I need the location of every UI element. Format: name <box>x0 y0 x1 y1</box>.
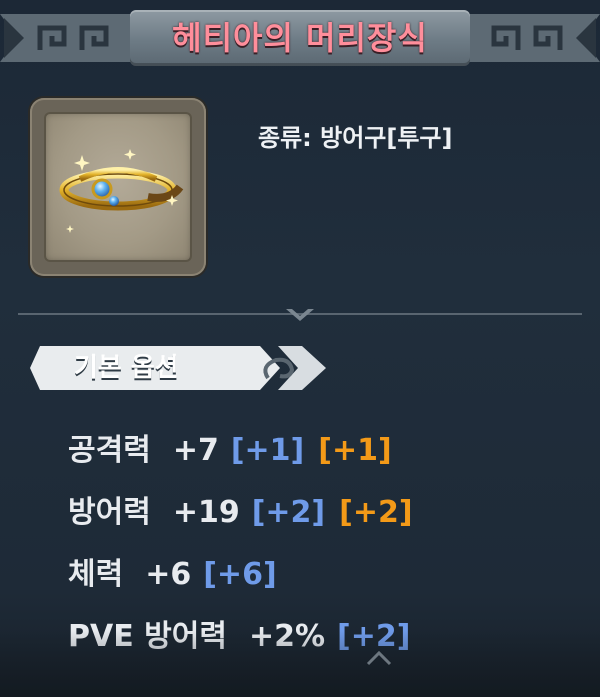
item-title: 헤티아의 머리장식 <box>172 19 428 57</box>
stat-name: 방어력 <box>68 495 151 530</box>
stat-row-pve-defense: PVE 방어력 +2% [+2] <box>68 606 588 668</box>
stat-name: PVE 방어력 <box>68 619 227 654</box>
stat-bonus-orange: [+2] <box>339 495 413 530</box>
stat-row-attack: 공격력 +7 [+1] [+1] <box>68 420 588 482</box>
stat-value: +2% <box>248 619 326 654</box>
section-title: 기본 옵션 <box>74 353 179 383</box>
stats-list: 공격력 +7 [+1] [+1] 방어력 +19 [+2] [+2] 체력 +6 [+6] PV… <box>68 420 588 668</box>
stat-row-health: 체력 +6 [+6] <box>68 544 588 606</box>
stat-bonus-orange: [+1] <box>318 433 392 468</box>
stat-name: 체력 <box>68 557 124 592</box>
stat-bonus-blue: [+6] <box>203 557 277 592</box>
stat-value: +7 <box>172 433 219 468</box>
chevron-up-icon[interactable] <box>364 648 394 668</box>
item-tooltip: 헤티아의 머리장식 종류: 방어구[투구] 기본 옵션 공격력 +7 [+1] … <box>0 0 600 697</box>
stat-name: 공격력 <box>68 433 151 468</box>
golden-tiara-icon <box>59 149 184 233</box>
stat-bonus-blue: [+1] <box>230 433 305 468</box>
stat-bonus-blue: [+2] <box>251 495 326 530</box>
stat-row-defense: 방어력 +19 [+2] [+2] <box>68 482 588 544</box>
stat-value: +19 <box>172 495 240 530</box>
item-type: 종류: 방어구[투구] <box>258 124 453 152</box>
stat-value: +6 <box>145 557 192 592</box>
section-divider <box>18 309 582 321</box>
